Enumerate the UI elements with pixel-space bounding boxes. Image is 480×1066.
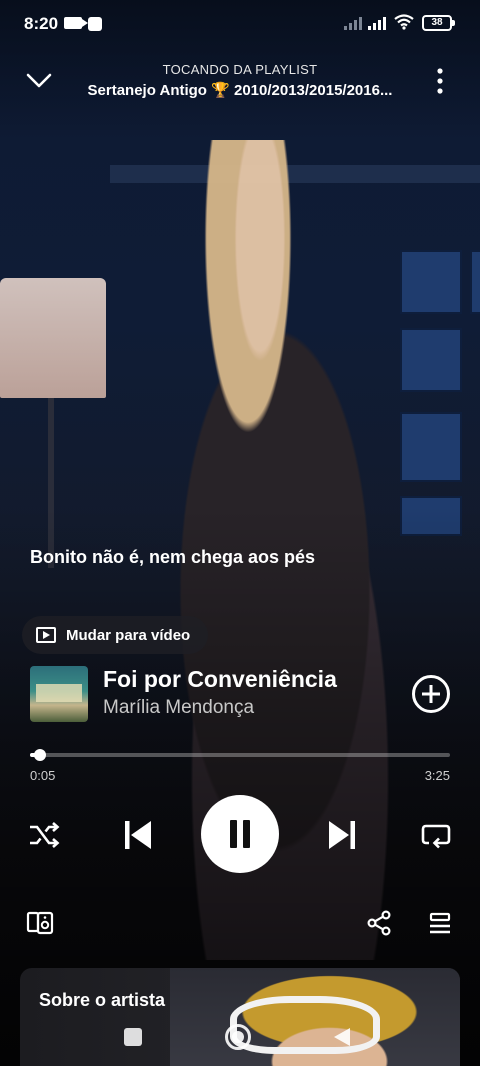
more-vertical-icon[interactable] — [430, 66, 450, 96]
video-play-icon — [36, 627, 56, 643]
signal-strength-icon — [368, 16, 386, 30]
background-lamp — [0, 278, 106, 398]
track-title[interactable]: Foi por Conveniência — [103, 666, 337, 693]
album-thumbnail[interactable] — [30, 666, 88, 722]
elapsed-time: 0:05 — [30, 768, 56, 783]
video-background — [0, 0, 480, 1066]
skip-next-icon[interactable] — [326, 818, 358, 852]
progress-knob[interactable] — [34, 749, 47, 761]
about-artist-label: Sobre o artista — [39, 990, 166, 1010]
connect-device-icon[interactable] — [26, 910, 54, 936]
playing-from-label: TOCANDO DA PLAYLIST — [162, 62, 318, 77]
switch-to-video-button[interactable]: Mudar para vídeo — [22, 616, 209, 654]
share-icon[interactable] — [366, 910, 392, 936]
video-camera-icon — [64, 17, 88, 29]
status-bar: 8:20 38 — [0, 0, 480, 50]
shuffle-icon[interactable] — [28, 820, 60, 850]
repeat-icon[interactable] — [420, 820, 452, 850]
system-nav-bar — [0, 1020, 480, 1066]
battery-icon: 38 — [422, 15, 455, 31]
background-window-pane — [470, 250, 480, 314]
progress-bar[interactable] — [30, 749, 450, 761]
home-icon[interactable] — [225, 1024, 251, 1050]
total-time: 3:25 — [424, 768, 450, 783]
notification-app-icon — [88, 17, 102, 31]
signal-strength-icon — [344, 16, 362, 30]
switch-to-video-label: Mudar para vídeo — [66, 626, 191, 644]
queue-icon[interactable] — [428, 912, 452, 936]
track-artist[interactable]: Marília Mendonça — [103, 697, 254, 719]
recent-apps-icon[interactable] — [124, 1028, 142, 1046]
wifi-icon — [394, 14, 414, 30]
lyric-line[interactable]: Bonito não é, nem chega aos pés — [30, 547, 315, 568]
add-circle-icon[interactable] — [412, 675, 450, 713]
status-time: 8:20 — [24, 14, 59, 33]
skip-previous-icon[interactable] — [122, 818, 154, 852]
pause-button[interactable] — [201, 795, 279, 873]
playlist-title[interactable]: Sertanejo Antigo 🏆 2010/2013/2015/2016..… — [70, 81, 410, 99]
back-icon[interactable] — [334, 1028, 350, 1046]
